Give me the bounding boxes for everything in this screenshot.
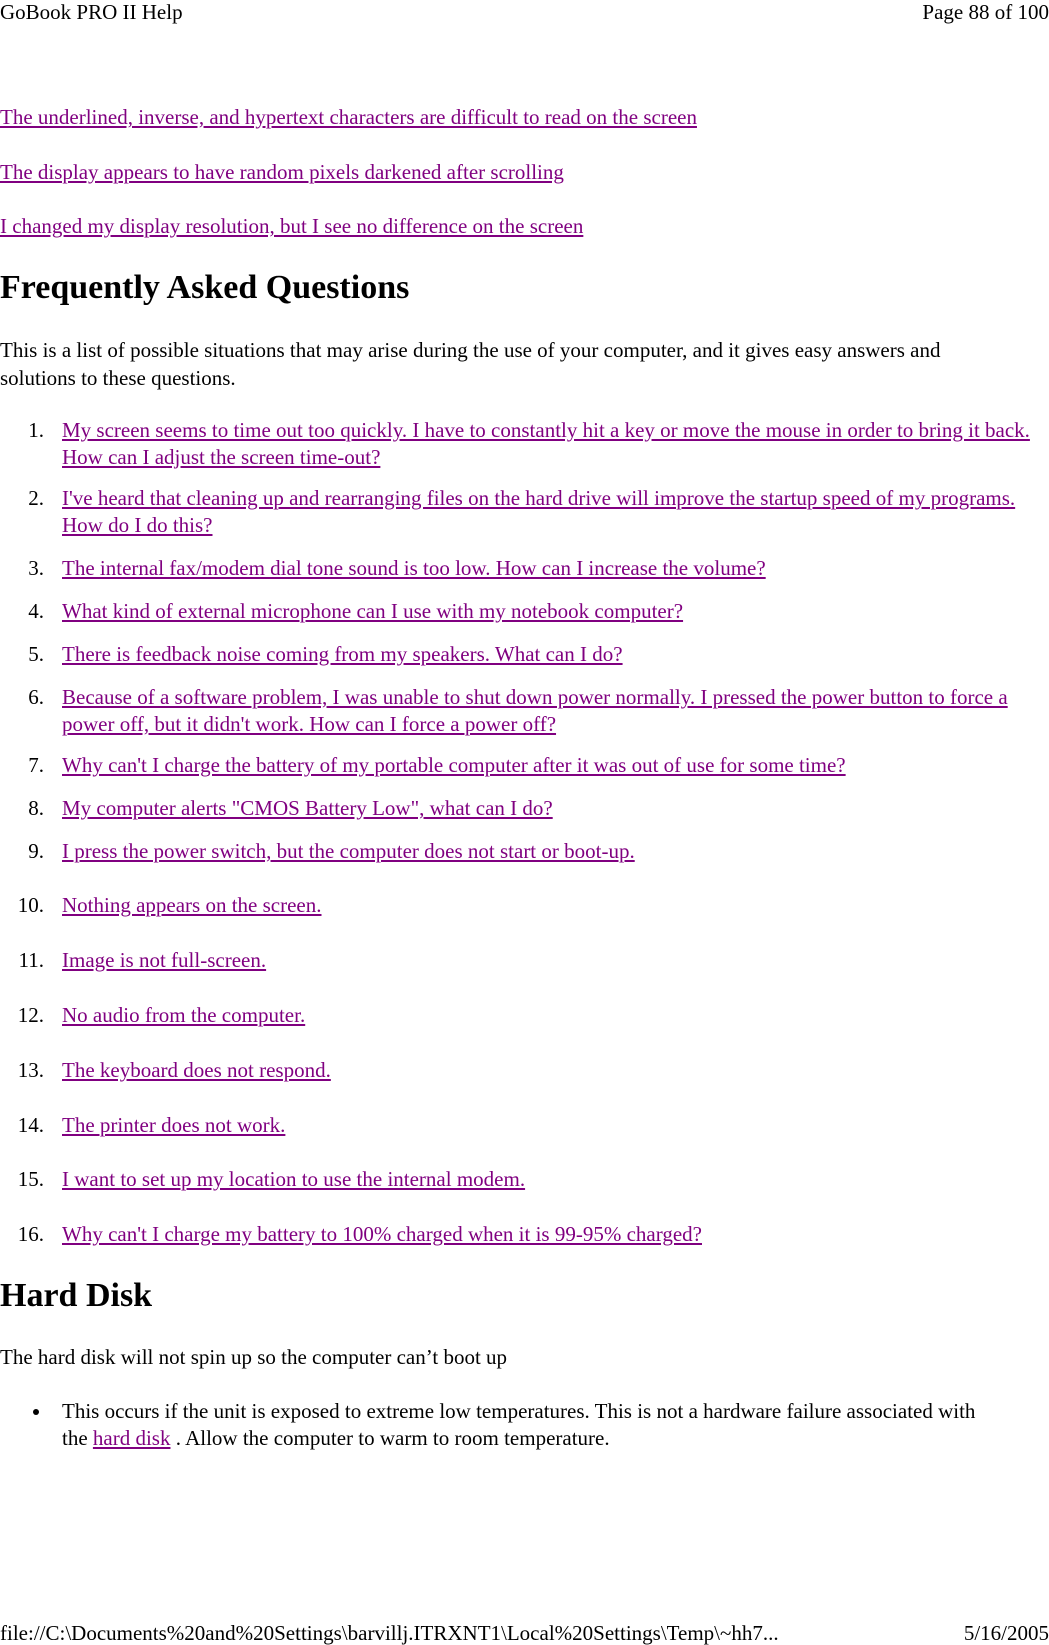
top-link-item: I changed my display resolution, but I s… xyxy=(0,213,583,240)
faq-item-link[interactable]: My computer alerts "CMOS Battery Low", w… xyxy=(62,796,553,820)
faq-item-number: 15. xyxy=(17,1167,44,1191)
faq-item-link[interactable]: The internal fax/modem dial tone sound i… xyxy=(62,556,766,580)
faq-item-link[interactable]: What kind of external microphone can I u… xyxy=(62,599,683,623)
faq-item-number: 7. xyxy=(28,753,44,777)
faq-item-link[interactable]: Why can't I charge the battery of my por… xyxy=(62,753,846,777)
faq-item-number: 14. xyxy=(17,1113,44,1137)
faq-item-link[interactable]: The printer does not work. xyxy=(62,1113,285,1137)
faq-item-number: 12. xyxy=(17,1003,44,1027)
faq-item-link[interactable]: There is feedback noise coming from my s… xyxy=(62,642,623,666)
file-path: file://C:\Documents%20and%20Settings\bar… xyxy=(0,1621,779,1645)
hard-disk-link[interactable]: hard disk xyxy=(93,1426,171,1450)
print-date: 5/16/2005 xyxy=(963,1621,1049,1645)
faq-item-number: 11. xyxy=(18,948,44,972)
hard-disk-solution-text: This occurs if the unit is exposed to ex… xyxy=(62,1398,992,1452)
faq-item-link[interactable]: I want to set up my location to use the … xyxy=(62,1167,525,1191)
faq-item-number: 16. xyxy=(17,1222,44,1246)
faq-item-link[interactable]: Why can't I charge my battery to 100% ch… xyxy=(62,1222,702,1246)
faq-item-link[interactable]: The keyboard does not respond. xyxy=(62,1058,331,1082)
faq-heading: Frequently Asked Questions xyxy=(0,269,410,306)
faq-item-number: 3. xyxy=(28,556,44,580)
link-random-pixels[interactable]: The display appears to have random pixel… xyxy=(0,160,564,184)
link-underlined-characters[interactable]: The underlined, inverse, and hypertext c… xyxy=(0,105,697,129)
bullet-icon xyxy=(33,1409,39,1415)
faq-item-link[interactable]: Image is not full-screen. xyxy=(62,948,266,972)
faq-item-link[interactable]: I've heard that cleaning up and rearrang… xyxy=(62,486,1015,537)
faq-item-number: 8. xyxy=(28,796,44,820)
hard-disk-problem: The hard disk will not spin up so the co… xyxy=(0,1345,508,1369)
help-title: GoBook PRO II Help xyxy=(0,0,183,24)
faq-item-link[interactable]: Nothing appears on the screen. xyxy=(62,893,322,917)
faq-item-number: 9. xyxy=(28,839,44,863)
faq-item-link[interactable]: My screen seems to time out too quickly.… xyxy=(62,418,1030,469)
faq-item-number: 1. xyxy=(28,418,44,442)
faq-item-number: 5. xyxy=(28,642,44,666)
top-link-item: The display appears to have random pixel… xyxy=(0,159,564,186)
faq-item-number: 13. xyxy=(17,1058,44,1082)
faq-item-number: 6. xyxy=(28,685,44,709)
faq-item-link[interactable]: I press the power switch, but the comput… xyxy=(62,839,635,863)
faq-item-link[interactable]: No audio from the computer. xyxy=(62,1003,305,1027)
faq-item-number: 2. xyxy=(28,486,44,510)
faq-item-number: 4. xyxy=(28,599,44,623)
top-link-item: The underlined, inverse, and hypertext c… xyxy=(0,104,697,131)
hard-disk-heading: Hard Disk xyxy=(0,1277,153,1314)
faq-intro: This is a list of possible situations th… xyxy=(0,338,941,390)
page-indicator: Page 88 of 100 xyxy=(922,0,1049,24)
faq-item-number: 10. xyxy=(17,893,44,917)
solution-text-after: . Allow the computer to warm to room tem… xyxy=(170,1426,610,1450)
faq-item-link[interactable]: Because of a software problem, I was una… xyxy=(62,685,1008,736)
link-display-resolution[interactable]: I changed my display resolution, but I s… xyxy=(0,214,583,238)
